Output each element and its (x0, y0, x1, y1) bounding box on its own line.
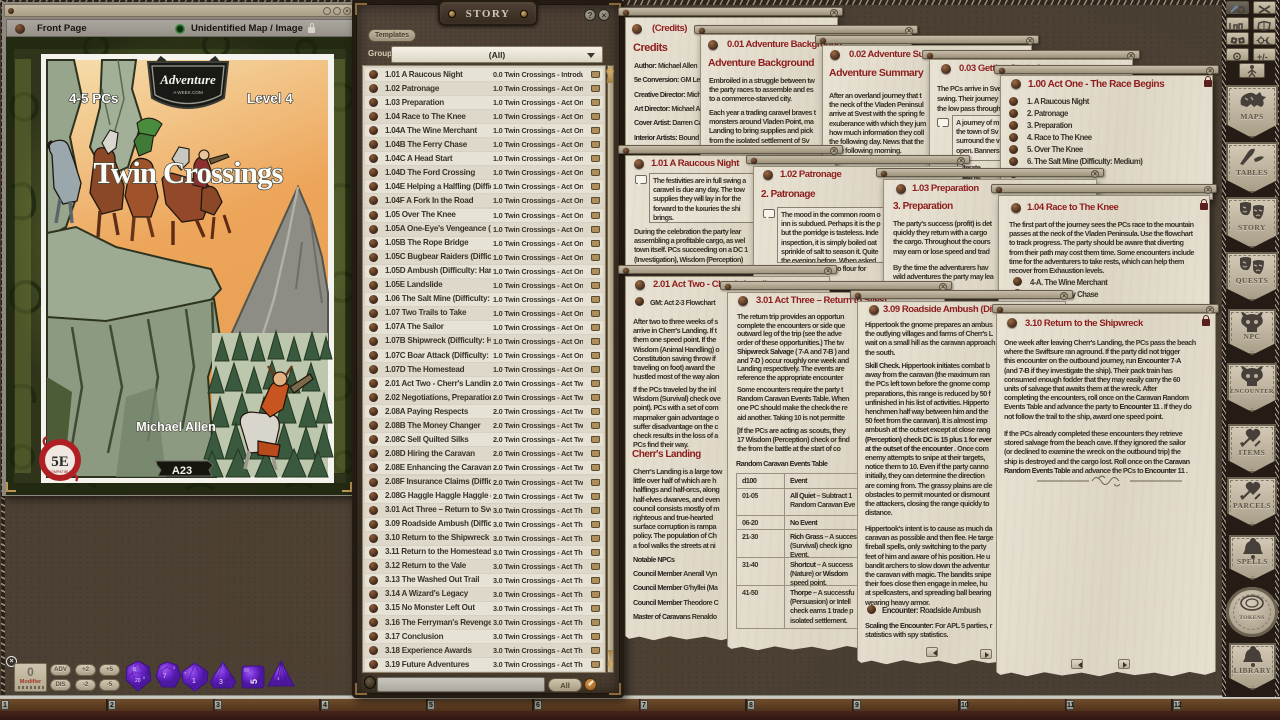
svg-text:5: 5 (249, 679, 259, 684)
svg-text:8: 8 (133, 667, 136, 673)
svg-text:3: 3 (219, 679, 223, 686)
svg-text:Twin Crossings: Twin Crossings (94, 155, 284, 190)
svg-text:4-5 PCs: 4-5 PCs (69, 91, 119, 106)
svg-text:COMPATIBLE: COMPATIBLE (48, 470, 72, 474)
svg-text:Michael Allen: Michael Allen (136, 420, 215, 434)
svg-text:20: 20 (135, 678, 141, 684)
svg-text:Level 4: Level 4 (247, 91, 293, 106)
svg-text:+/-: +/- (1257, 52, 1268, 62)
svg-text:A WEEK.COM: A WEEK.COM (173, 90, 203, 95)
svg-text:5E: 5E (51, 454, 69, 470)
svg-text:1: 1 (192, 678, 196, 685)
svg-text:A23: A23 (172, 465, 192, 477)
svg-text:Adventure: Adventure (159, 72, 216, 87)
